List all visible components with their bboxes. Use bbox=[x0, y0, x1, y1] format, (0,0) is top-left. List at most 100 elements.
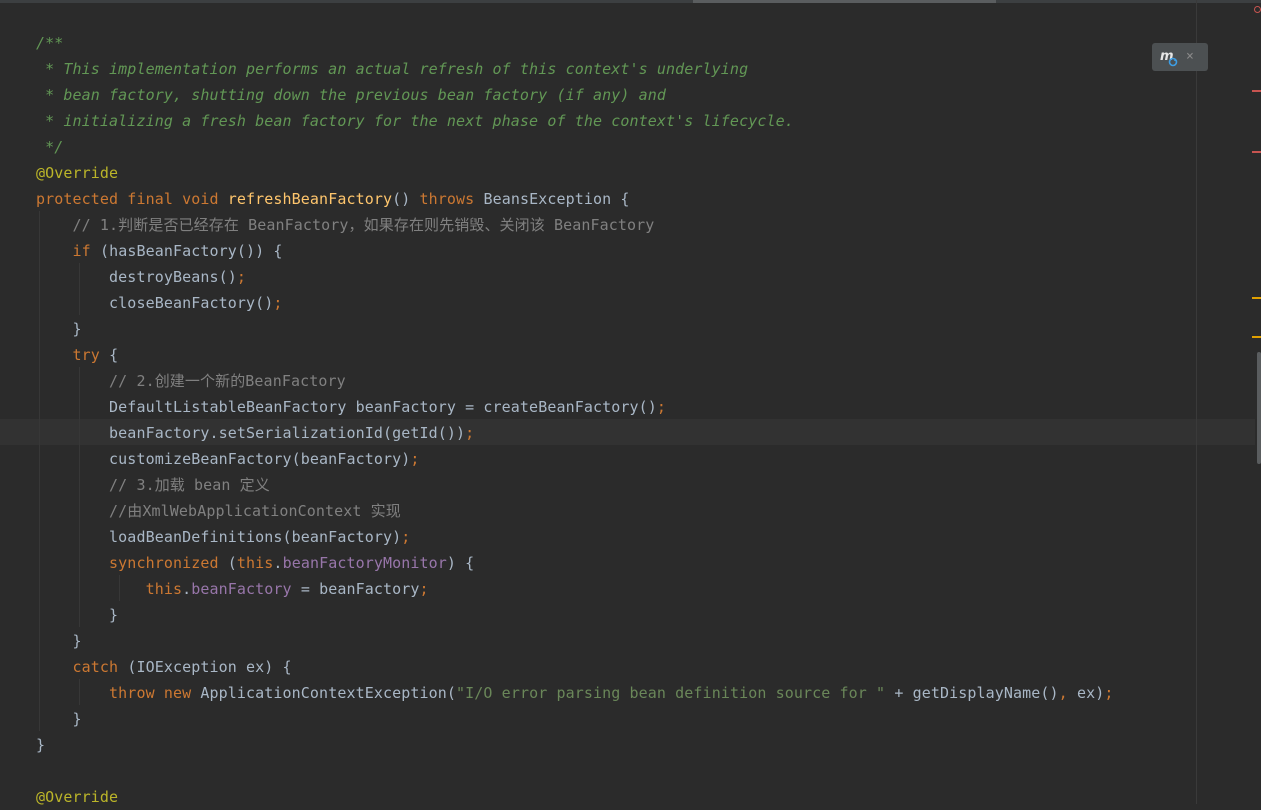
code-token: BeansException { bbox=[483, 190, 630, 208]
code-token: beanFactoryMonitor bbox=[282, 554, 447, 572]
code-line[interactable]: try { bbox=[36, 342, 119, 368]
code-token: ApplicationContextException( bbox=[200, 684, 457, 702]
close-icon[interactable]: × bbox=[1186, 48, 1194, 66]
code-token: this bbox=[145, 580, 183, 598]
code-line[interactable]: synchronized (this.beanFactoryMonitor) { bbox=[36, 550, 474, 576]
code-token: closeBeanFactory() bbox=[36, 294, 274, 312]
svg-text:m: m bbox=[1160, 49, 1174, 64]
code-token: (IOException ex) { bbox=[127, 658, 292, 676]
error-indicator-icon[interactable] bbox=[1254, 6, 1261, 13]
code-token: refreshBeanFactory bbox=[227, 190, 393, 208]
code-token: // 3.加载 bean 定义 bbox=[36, 476, 270, 494]
code-token: (hasBeanFactory()) { bbox=[99, 242, 283, 260]
right-margin-guide bbox=[1196, 0, 1197, 804]
code-token: @Override bbox=[36, 788, 119, 806]
code-line[interactable]: //由XmlWebApplicationContext 实现 bbox=[36, 498, 401, 524]
code-token: loadBeanDefinitions(beanFactory) bbox=[36, 528, 402, 546]
code-editor[interactable]: /** * This implementation performs an ac… bbox=[0, 0, 1261, 806]
code-token: { bbox=[109, 346, 119, 364]
warning-stripe-mark[interactable] bbox=[1252, 297, 1261, 299]
code-token: , bbox=[1058, 684, 1077, 702]
code-line[interactable]: this.beanFactory = beanFactory; bbox=[36, 576, 429, 602]
code-token: } bbox=[36, 606, 119, 624]
code-token: //由XmlWebApplicationContext 实现 bbox=[36, 502, 401, 520]
code-line[interactable]: protected final void refreshBeanFactory(… bbox=[36, 186, 630, 212]
code-token: customizeBeanFactory(beanFactory) bbox=[36, 450, 411, 468]
code-token: @Override bbox=[36, 164, 119, 182]
code-line[interactable]: * This implementation performs an actual… bbox=[36, 56, 748, 82]
error-stripe-mark[interactable] bbox=[1252, 151, 1261, 153]
code-token: ; bbox=[401, 528, 411, 546]
code-line[interactable]: // 1.判断是否已经存在 BeanFactory，如果存在则先销毁、关闭该 B… bbox=[36, 212, 655, 238]
code-token: ; bbox=[465, 424, 475, 442]
code-line[interactable]: customizeBeanFactory(beanFactory); bbox=[36, 446, 420, 472]
code-token: } bbox=[36, 710, 82, 728]
code-token: */ bbox=[36, 138, 64, 156]
code-line[interactable]: } bbox=[36, 602, 118, 628]
code-token: } bbox=[36, 320, 82, 338]
code-token: ) { bbox=[446, 554, 475, 572]
code-line[interactable]: } bbox=[36, 732, 45, 758]
code-line[interactable]: @Override bbox=[36, 784, 118, 810]
code-token: + getDisplayName() bbox=[894, 684, 1059, 702]
code-token: = beanFactory bbox=[291, 580, 420, 598]
code-token: beanFactory.setSerializationId(getId()) bbox=[36, 424, 466, 442]
code-token: destroyBeans() bbox=[36, 268, 237, 286]
code-token: ; bbox=[236, 268, 247, 286]
code-line[interactable]: } bbox=[36, 628, 82, 654]
code-token: // 1.判断是否已经存在 BeanFactory，如果存在则先销毁、关闭该 B… bbox=[36, 216, 655, 234]
code-line[interactable]: DefaultListableBeanFactory beanFactory =… bbox=[36, 394, 666, 420]
code-token: * initializing a fresh bean factory for … bbox=[36, 112, 794, 130]
code-token: . bbox=[273, 554, 283, 572]
code-token: ( bbox=[227, 554, 237, 572]
code-token: catch bbox=[72, 658, 128, 676]
code-line[interactable]: if (hasBeanFactory()) { bbox=[36, 238, 283, 264]
code-line[interactable]: } bbox=[36, 316, 82, 342]
code-token: this bbox=[236, 554, 274, 572]
error-stripe-mark[interactable] bbox=[1252, 90, 1261, 92]
code-line[interactable]: @Override bbox=[36, 160, 118, 186]
code-token: // 2.创建一个新的BeanFactory bbox=[36, 372, 346, 390]
code-token: * This implementation performs an actual… bbox=[36, 60, 749, 78]
maven-reload-icon[interactable]: m bbox=[1159, 46, 1179, 68]
code-line[interactable]: destroyBeans(); bbox=[36, 264, 246, 290]
code-token: DefaultListableBeanFactory beanFactory =… bbox=[36, 398, 657, 416]
warning-stripe-mark[interactable] bbox=[1252, 336, 1261, 338]
code-token: * bean factory, shutting down the previo… bbox=[36, 86, 667, 104]
vertical-scroll-thumb[interactable] bbox=[1257, 352, 1261, 464]
code-token: ex) bbox=[1076, 684, 1105, 702]
code-line[interactable]: } bbox=[36, 706, 82, 732]
code-line[interactable]: closeBeanFactory(); bbox=[36, 290, 283, 316]
code-line[interactable]: * bean factory, shutting down the previo… bbox=[36, 82, 666, 108]
code-token: throw new bbox=[109, 684, 201, 702]
code-line[interactable]: throw new ApplicationContextException("I… bbox=[36, 680, 1113, 706]
code-token: beanFactory bbox=[191, 580, 292, 598]
code-token: ; bbox=[410, 450, 420, 468]
code-token: } bbox=[36, 736, 46, 754]
code-token: ; bbox=[419, 580, 429, 598]
code-token: ; bbox=[273, 294, 283, 312]
code-token: if bbox=[72, 242, 100, 260]
editor-top-bar bbox=[0, 0, 1261, 3]
code-token: throws bbox=[419, 190, 484, 208]
code-line[interactable]: // 2.创建一个新的BeanFactory bbox=[36, 368, 346, 394]
code-token: . bbox=[182, 580, 192, 598]
code-line[interactable]: // 3.加载 bean 定义 bbox=[36, 472, 270, 498]
code-token: synchronized bbox=[109, 554, 228, 572]
code-line[interactable]: beanFactory.setSerializationId(getId()); bbox=[36, 420, 474, 446]
code-token: () bbox=[392, 190, 420, 208]
maven-reload-popup[interactable]: m × bbox=[1152, 43, 1208, 71]
horizontal-scroll-thumb[interactable] bbox=[693, 0, 996, 3]
code-line[interactable]: */ bbox=[36, 134, 63, 160]
code-token: ; bbox=[656, 398, 667, 416]
code-line[interactable]: loadBeanDefinitions(beanFactory); bbox=[36, 524, 410, 550]
code-line[interactable]: catch (IOException ex) { bbox=[36, 654, 292, 680]
code-line[interactable]: * initializing a fresh bean factory for … bbox=[36, 108, 794, 134]
code-token: ; bbox=[1104, 684, 1114, 702]
code-line[interactable]: /** bbox=[36, 30, 63, 56]
